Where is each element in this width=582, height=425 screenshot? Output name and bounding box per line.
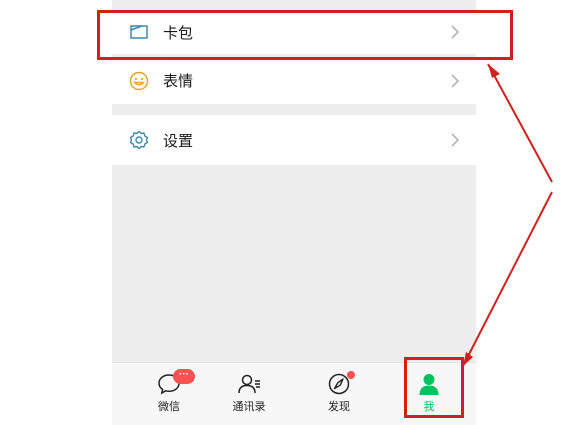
arrowhead-icon bbox=[488, 64, 500, 78]
arrow-to-me-tab bbox=[462, 191, 553, 367]
arrowhead-icon bbox=[463, 352, 473, 366]
annotation-arrows bbox=[462, 63, 553, 367]
arrow-to-card-wallet bbox=[487, 63, 553, 183]
